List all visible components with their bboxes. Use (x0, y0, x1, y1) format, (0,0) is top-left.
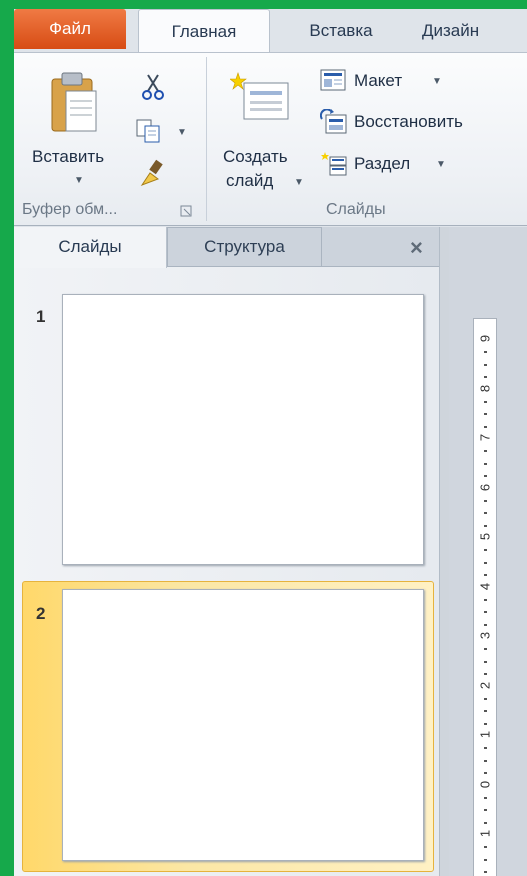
ruler-label: 8 (477, 384, 493, 392)
ruler-tick (484, 710, 487, 713)
ruler-label: 2 (477, 681, 493, 689)
tab-insert[interactable]: Вставка (280, 9, 402, 52)
ruler-label: 6 (477, 483, 493, 491)
ruler-tick (484, 376, 487, 379)
paste-dropdown-icon: ▼ (74, 175, 84, 186)
ruler-tick (484, 858, 487, 861)
ruler-tick (484, 846, 487, 849)
new-slide-icon (230, 72, 289, 120)
ruler-label: 9 (477, 334, 493, 343)
slide-preview[interactable] (62, 294, 424, 565)
ruler-tick (484, 759, 487, 762)
ruler-tick (484, 400, 487, 403)
tab-outline[interactable]: Структура (167, 227, 322, 267)
ruler-tick (484, 450, 487, 453)
ruler-tick (484, 425, 487, 428)
reset-icon (320, 109, 347, 134)
paste-button[interactable]: Вставить ▼ (24, 63, 134, 193)
section-dropdown-icon: ▼ (436, 159, 446, 170)
section-button[interactable]: Раздел ▼ (318, 149, 458, 179)
ruler-label: 3 (477, 631, 493, 640)
close-icon[interactable]: × (410, 235, 423, 261)
ruler-label: 0 (477, 780, 493, 788)
copy-icon[interactable] (136, 119, 162, 143)
ruler-tick (484, 809, 487, 812)
ruler-tick (484, 821, 487, 824)
ruler-tick (484, 462, 487, 465)
reset-label: Восстановить (354, 112, 463, 131)
tab-design[interactable]: Дизайн (422, 9, 527, 52)
new-slide-dropdown-icon: ▼ (294, 177, 304, 188)
tab-file[interactable]: Файл (14, 9, 126, 49)
ruler-tick (484, 772, 487, 775)
ruler-tick (484, 648, 487, 651)
slide-preview[interactable] (62, 589, 424, 861)
ruler-tick (484, 413, 487, 416)
ruler-tick (484, 697, 487, 700)
layout-button[interactable]: Макет ▼ (318, 67, 448, 95)
ruler-label: 5 (477, 532, 493, 541)
paste-icon (51, 72, 97, 132)
format-painter-icon[interactable] (138, 159, 168, 189)
ruler-tick (484, 363, 487, 366)
clipboard-group-label: Буфер обм... (22, 201, 118, 218)
ruler-tick (484, 549, 487, 552)
ruler-tick (484, 623, 487, 626)
ruler-tick (484, 351, 487, 354)
ruler-label: 7 (477, 433, 493, 442)
layout-label: Макет (354, 71, 403, 90)
layout-dropdown-icon: ▼ (432, 76, 442, 87)
section-icon (321, 152, 347, 176)
ruler-tick (484, 512, 487, 515)
ruler-label: 4 (477, 582, 493, 590)
ruler-tick (484, 660, 487, 663)
copy-dropdown-icon[interactable]: ▼ (177, 127, 187, 138)
slides-group-label: Слайды (326, 201, 386, 218)
ruler-tick (484, 871, 487, 874)
slide-editor-area: 9 8 7 6 5 4 3 2 1 0 1 (449, 227, 527, 876)
new-slide-label-line1: Создать (223, 147, 288, 166)
ribbon: Вставить ▼ ▼ Буфер обм... Создать слайд … (14, 52, 527, 226)
dialog-launcher-icon[interactable] (180, 205, 192, 217)
tab-slides[interactable]: Слайды (14, 227, 167, 268)
ribbon-tabs: Файл Главная Вставка Дизайн (14, 9, 527, 52)
tab-home[interactable]: Главная (138, 9, 270, 52)
new-slide-button[interactable]: Создать слайд ▼ (214, 63, 314, 193)
ruler-tick (484, 611, 487, 614)
ruler-tick (484, 722, 487, 725)
reset-button[interactable]: Восстановить (318, 107, 524, 137)
app-window: Файл Главная Вставка Дизайн Вставить ▼ ▼… (14, 9, 527, 876)
slides-pane: Слайды Структура × 1 2 (14, 227, 439, 876)
ruler-tick (484, 673, 487, 676)
ruler-label: 1 (477, 730, 493, 739)
ruler-tick (484, 475, 487, 478)
group-separator (206, 57, 207, 221)
new-slide-label-line2: слайд (226, 171, 274, 190)
ruler-tick (484, 747, 487, 750)
slide-number: 2 (36, 604, 46, 623)
section-label: Раздел (354, 154, 411, 173)
ruler-tick (484, 499, 487, 502)
layout-icon (320, 69, 346, 91)
paste-label: Вставить (32, 147, 105, 166)
ruler-tick (484, 598, 487, 601)
ruler-tick (484, 561, 487, 564)
slide-number: 1 (36, 307, 46, 326)
ruler-tick (484, 574, 487, 577)
pane-tabs: Слайды Структура × (14, 227, 439, 268)
vertical-ruler: 9 8 7 6 5 4 3 2 1 0 1 (473, 318, 497, 876)
ruler-tick (484, 524, 487, 527)
ruler-tick (484, 796, 487, 799)
ruler-label: 1 (477, 829, 493, 838)
cut-icon[interactable] (142, 73, 164, 101)
